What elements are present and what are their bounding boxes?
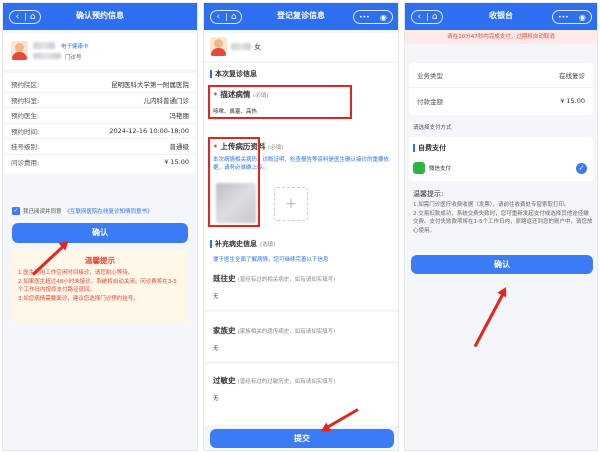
mini-program-capsule: ••• ◉	[353, 10, 393, 24]
tip-item: 3.如您病情需要面诊，建议您选择门诊预约挂号。	[18, 295, 139, 302]
detail-row-time: 预约时间: 2024-12-16 10:00-18:00	[3, 124, 197, 139]
back-arrow-icon[interactable]: ‹	[10, 11, 25, 23]
history-section-title: 补充病史信息 (选填)	[210, 239, 275, 249]
required-tag: (必填)	[268, 145, 284, 151]
agree-text: 我已阅读并同意	[23, 209, 62, 215]
top-nav-bar: ‹ ⌂ 收银台 ••• ◉	[405, 3, 597, 30]
business-type-row: 业务类型 在线复诊	[409, 63, 593, 88]
divider	[204, 361, 398, 364]
payment-method-card: 自费支付 微信支付 ✓	[409, 137, 593, 181]
detail-row-fee: 问诊费用: ¥ 15.00	[11, 158, 189, 168]
more-dots-icon[interactable]: •••	[558, 14, 569, 21]
confirm-payment-button[interactable]: 确认	[411, 255, 593, 274]
family-history-hint: (家族相关的遗传病史，如有请如实填写)	[237, 329, 336, 335]
past-history-label: 既往史	[213, 274, 236, 283]
back-arrow-icon[interactable]: ‹	[412, 11, 427, 23]
patient-gender: 女	[254, 43, 261, 51]
section-title: 本次复诊信息	[210, 69, 257, 79]
submit-button[interactable]: 提交	[210, 429, 394, 448]
annotation-arrow	[473, 289, 507, 348]
past-history-field[interactable]: 既往史 (曾经有过的相关病史，如有请如实填写) 无	[213, 273, 393, 300]
wechat-pay-icon	[413, 162, 425, 174]
screen-confirm-appointment: ‹ ⌂ 确认预约信息 电子健康卡 门诊号 预约院区: 昆明医科大学第一附属医院 预…	[2, 2, 198, 451]
family-history-field[interactable]: 家族史 (家族相关的遗传病史，如有请如实填写) 无	[213, 325, 393, 352]
allergy-history-label: 过敏史	[213, 376, 236, 385]
card-number-redacted	[33, 53, 61, 59]
mini-program-capsule: ••• ◉	[552, 10, 592, 24]
card-number-label: 门诊号	[65, 55, 82, 61]
close-circle-icon[interactable]: ◉	[380, 13, 387, 22]
agreement-link[interactable]: 《互联网医院在线复诊知情同意书》	[65, 207, 153, 215]
amount-row: 付款金额 ¥ 15.00	[417, 96, 585, 106]
family-history-value: 无	[213, 346, 219, 352]
card-type: 电子健康卡	[61, 44, 89, 50]
family-history-label: 家族史	[213, 326, 236, 335]
annotation-box-complaint	[208, 85, 352, 119]
wechat-pay-label: 微信支付	[429, 166, 452, 172]
agree-checkbox[interactable]: ✓	[12, 207, 20, 215]
tip-item: 2.如果医生超过48小时未接诊，系统将自动关闭。问诊费将在3-5个工作日内按原支…	[18, 278, 177, 294]
tip-item: 1.如需门诊医疗收费收据（发票），请前往收费处专窗索取打印。	[413, 202, 570, 208]
choose-payment-label: 请选择支付方式	[413, 125, 452, 131]
patient-name-redacted	[33, 42, 55, 49]
selected-check-icon[interactable]: ✓	[576, 162, 587, 174]
history-note: 便于医生全面了解病情，您可继续完善以下信息	[213, 257, 329, 263]
screen-register-followup: ‹ ⌂ 登记复诊信息 ••• ◉ 女 本次复诊信息 • 描述病情 (必填) 咳嗽…	[203, 2, 399, 451]
top-nav-bar: ‹ ⌂ 登记复诊信息 ••• ◉	[204, 3, 398, 30]
allergy-history-field[interactable]: 过敏史 (曾经有过的过敏历史，如有请如实填写) 无	[213, 375, 393, 402]
add-image-button[interactable]: +	[274, 187, 308, 221]
detail-row-level: 挂号级别: 普通级	[3, 139, 197, 155]
allergy-history-hint: (曾经有过的过敏历史，如有请如实填写)	[237, 379, 336, 385]
allergy-history-value: 无	[213, 396, 219, 402]
appointment-details: 预约院区: 昆明医科大学第一附属医院 预约科室: 儿内科普通门诊 预约医生: 冯艳丽 …	[3, 73, 197, 174]
past-history-hint: (曾经有过的相关病史，如有请如实填写)	[237, 277, 336, 283]
divider	[204, 309, 398, 312]
order-summary: 业务类型 在线复诊 付款金额 ¥ 15.00	[409, 63, 593, 115]
countdown-banner: 请在10分47秒内完成支付，过期将自动取消	[405, 30, 597, 44]
screen-cashier: ‹ ⌂ 收银台 ••• ◉ 请在10分47秒内完成支付，过期将自动取消 业务类型…	[404, 2, 598, 451]
patient-card[interactable]: 电子健康卡 门诊号	[3, 33, 197, 69]
avatar	[11, 41, 28, 60]
nav-capsule: ‹ ⌂	[411, 10, 443, 24]
patient-name-redacted	[231, 43, 251, 50]
detail-row-department: 预约科室: 儿内科普通门诊	[3, 93, 197, 108]
home-icon[interactable]: ⌂	[428, 11, 443, 23]
back-arrow-icon[interactable]: ‹	[211, 11, 226, 23]
close-circle-icon[interactable]: ◉	[579, 13, 586, 22]
annotation-box-upload	[208, 137, 260, 227]
past-history-value: 无	[213, 294, 219, 300]
tip-item: 1.医生利用工作空闲时间接诊，请您耐心等待。	[18, 270, 134, 276]
self-pay-title: 自费支付	[413, 143, 446, 153]
tip-item: 2.交易扣款成功，系统交费失败时，您可重新发起支付或选择其他途径缴交费。支付失败…	[413, 210, 593, 234]
cashier-tips-title: 温馨提示:	[413, 190, 444, 198]
detail-row-doctor: 预约医生: 冯艳丽	[3, 108, 197, 124]
confirm-button[interactable]: 确认	[12, 223, 188, 243]
detail-row-campus: 预约院区: 昆明医科大学第一附属医院	[3, 77, 197, 93]
wechat-pay-option[interactable]: 微信支付 ✓	[413, 159, 587, 177]
tips-box: 温馨提示 1.医生利用工作空闲时间接诊，请您耐心等待。 2.如果医生超过48小时…	[12, 250, 188, 324]
top-nav-bar: ‹ ⌂ 确认预约信息	[3, 3, 197, 30]
more-dots-icon[interactable]: •••	[359, 14, 370, 21]
agreement: ✓ 我已阅读并同意 《互联网医院在线复诊知情同意书》	[12, 207, 194, 215]
home-icon[interactable]: ⌂	[227, 11, 242, 23]
avatar	[210, 37, 227, 56]
nav-capsule: ‹ ⌂	[210, 10, 242, 24]
home-icon[interactable]: ⌂	[26, 11, 41, 23]
cashier-tips: 温馨提示: 1.如需门诊医疗收费收据（发票），请前往收费处专窗索取打印。 2.交…	[413, 189, 593, 235]
nav-capsule: ‹ ⌂	[9, 10, 41, 24]
patient-header: 女	[204, 33, 398, 61]
